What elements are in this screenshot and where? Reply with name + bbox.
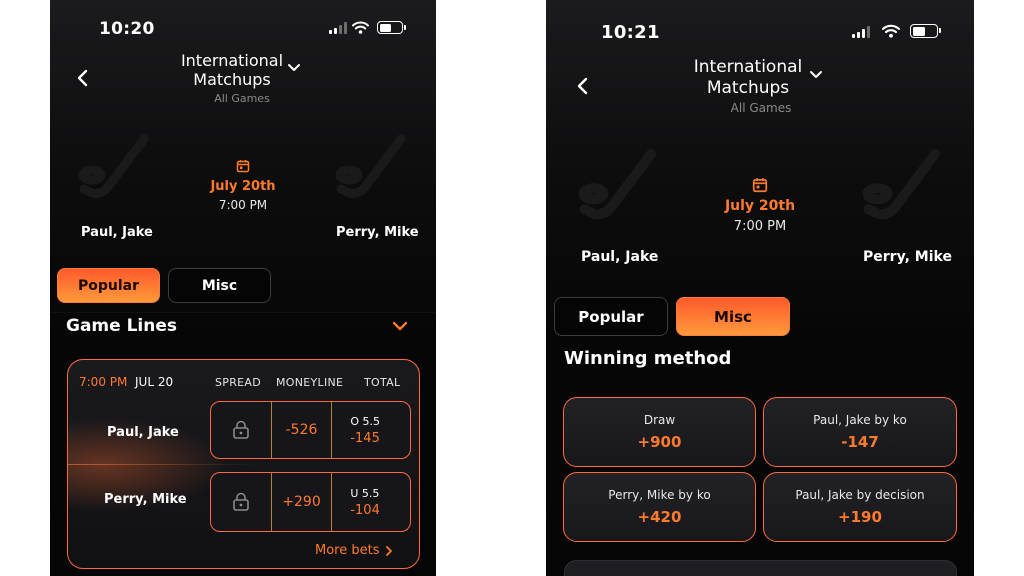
page-title-line2: Matchups — [193, 70, 271, 89]
moneyline-cell[interactable]: +290 — [272, 473, 333, 531]
column-header-moneyline: MONEYLINE — [276, 376, 344, 389]
winning-method-option[interactable]: Draw +900 — [563, 397, 756, 467]
lock-icon — [233, 492, 249, 511]
phone-screen-misc: 10:21 International Matchups All Games J… — [546, 0, 974, 576]
page-title-line1: International — [180, 51, 284, 70]
winning-method-option[interactable]: Paul, Jake by ko -147 — [763, 397, 957, 467]
line-row-name: Paul, Jake — [107, 425, 179, 440]
moneyline-odds: -526 — [285, 422, 318, 438]
fighter-right-name: Perry, Mike — [336, 225, 419, 240]
lines-date: JUL 20 — [135, 375, 174, 389]
tab-popular[interactable]: Popular — [554, 297, 668, 336]
line-row-name: Perry, Mike — [104, 492, 187, 507]
section-title-game-lines: Game Lines — [66, 316, 177, 336]
winning-method-odds: +420 — [637, 508, 682, 526]
page-title[interactable]: International Matchups — [162, 51, 302, 89]
winning-method-label: Draw — [643, 413, 676, 427]
lock-icon — [233, 420, 249, 439]
calendar-icon — [752, 178, 768, 193]
winning-method-odds: +190 — [838, 508, 882, 526]
event-time: 7:00 PM — [733, 219, 787, 234]
total-line: U 5.5 — [350, 486, 380, 500]
winning-method-option[interactable]: Paul, Jake by decision +190 — [763, 472, 957, 542]
team-right-hockey-stick-icon — [335, 134, 406, 198]
fighter-left-name: Paul, Jake — [81, 225, 153, 240]
winning-method-label: Paul, Jake by ko — [813, 413, 907, 427]
total-odds: -145 — [350, 430, 380, 446]
cellular-signal-icon — [329, 22, 347, 34]
dropdown-chevron-down-icon[interactable] — [809, 70, 823, 80]
winning-method-label: Perry, Mike by ko — [608, 488, 711, 502]
back-chevron-left-icon[interactable] — [576, 76, 590, 96]
total-line: O 5.5 — [350, 414, 380, 428]
tab-misc[interactable]: Misc — [676, 297, 790, 336]
event-date: July 20th — [210, 179, 276, 194]
spread-cell-locked[interactable] — [211, 402, 272, 458]
lines-time: 7:00 PM — [79, 375, 128, 389]
team-right-hockey-stick-icon — [862, 148, 941, 220]
battery-icon — [910, 24, 941, 38]
chevron-right-icon — [386, 545, 393, 556]
column-header-total: TOTAL — [364, 376, 401, 389]
status-time: 10:21 — [601, 22, 660, 43]
total-cell[interactable]: O 5.5 -145 — [332, 402, 410, 458]
row-divider — [68, 464, 258, 465]
next-section-card — [564, 560, 957, 576]
collapse-chevron-down-icon[interactable] — [392, 320, 408, 332]
calendar-icon — [236, 160, 250, 173]
cellular-signal-icon — [852, 26, 870, 38]
page-subtitle: All Games — [214, 92, 270, 105]
fighter-right-name: Perry, Mike — [863, 249, 952, 265]
column-header-spread: SPREAD — [215, 376, 262, 389]
wifi-icon — [882, 24, 900, 38]
odds-row-2: +290 U 5.5 -104 — [210, 472, 411, 532]
winning-method-option[interactable]: Perry, Mike by ko +420 — [563, 472, 756, 542]
page-title[interactable]: International Matchups — [673, 57, 823, 99]
moneyline-cell[interactable]: -526 — [272, 402, 333, 458]
winning-method-label: Paul, Jake by decision — [795, 488, 925, 502]
event-time: 7:00 PM — [218, 198, 268, 212]
dropdown-chevron-down-icon[interactable] — [287, 63, 301, 73]
battery-icon — [377, 21, 406, 34]
event-date: July 20th — [724, 198, 796, 214]
total-odds: -104 — [350, 502, 380, 518]
team-left-hockey-stick-icon — [78, 134, 149, 198]
total-cell[interactable]: U 5.5 -104 — [332, 473, 410, 531]
phone-screen-popular: 10:20 International Matchups All Games J… — [50, 0, 436, 576]
page-subtitle: All Games — [730, 101, 792, 115]
tab-misc[interactable]: Misc — [168, 268, 271, 303]
odds-row-1: -526 O 5.5 -145 — [210, 401, 411, 459]
section-title-winning-method: Winning method — [564, 348, 732, 369]
winning-method-odds: +900 — [637, 433, 682, 451]
team-left-hockey-stick-icon — [578, 148, 657, 220]
moneyline-odds: +290 — [282, 494, 321, 510]
more-bets-link[interactable]: More bets — [315, 543, 393, 558]
status-time: 10:20 — [99, 19, 155, 39]
spread-cell-locked[interactable] — [211, 473, 272, 531]
lines-time-date: 7:00 PM JUL 20 — [79, 375, 173, 389]
tab-popular[interactable]: Popular — [57, 268, 160, 303]
section-divider — [50, 312, 436, 313]
back-chevron-left-icon[interactable] — [76, 68, 90, 88]
more-bets-label: More bets — [315, 543, 380, 558]
page-title-line1: International — [693, 57, 803, 77]
page-title-line2: Matchups — [706, 78, 790, 98]
winning-method-odds: -147 — [841, 433, 879, 451]
fighter-left-name: Paul, Jake — [581, 249, 659, 265]
wifi-icon — [352, 21, 369, 34]
